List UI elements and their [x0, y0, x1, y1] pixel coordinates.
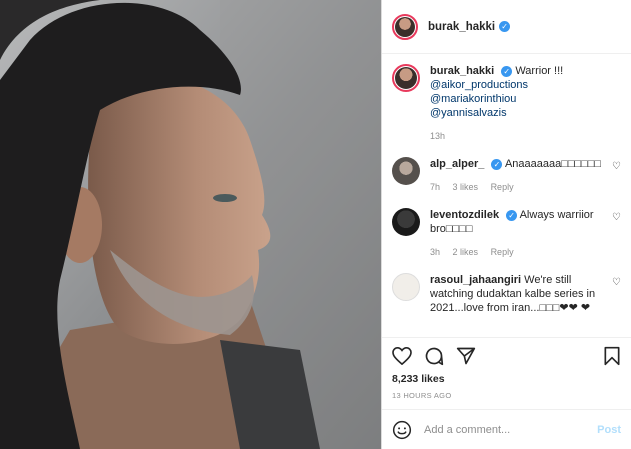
- comment-item: rasoul_jahaangiri We're still watching d…: [392, 273, 621, 315]
- post-timestamp[interactable]: 13 HOURS AGO: [382, 387, 631, 405]
- comment-username[interactable]: rasoul_jahaangiri: [430, 274, 521, 286]
- mention-link[interactable]: @aikor_productions: [430, 78, 610, 92]
- post-comment-button[interactable]: Post: [597, 424, 621, 436]
- comments-list[interactable]: burak_hakki ✓ Warrior !!! @aikor_product…: [382, 54, 631, 337]
- action-bar: [382, 337, 631, 373]
- share-icon[interactable]: [456, 346, 476, 366]
- mention-link[interactable]: @mariakorinthiou: [430, 92, 610, 106]
- comment-likes[interactable]: 2 likes: [453, 247, 479, 257]
- reply-button[interactable]: Reply: [491, 182, 514, 192]
- verified-badge-icon: ✓: [499, 21, 511, 32]
- caption-username[interactable]: burak_hakki: [430, 65, 494, 77]
- avatar[interactable]: [392, 13, 418, 40]
- verified-badge-icon: ✓: [506, 209, 518, 221]
- reply-button[interactable]: Reply: [491, 247, 514, 257]
- verified-badge-icon: ✓: [491, 158, 503, 170]
- add-comment-bar: Post: [382, 409, 631, 449]
- likes-count[interactable]: 8,233 likes: [382, 373, 631, 387]
- heart-icon[interactable]: [392, 346, 412, 365]
- comment-likes[interactable]: 3 likes: [453, 182, 479, 192]
- bookmark-icon[interactable]: [603, 346, 621, 366]
- verified-badge-icon: ✓: [501, 65, 513, 77]
- heart-icon[interactable]: ♡: [612, 161, 621, 172]
- post-sidebar: burak_hakki ✓ burak_hakki ✓ Warrior !!! …: [381, 0, 631, 449]
- comment-time[interactable]: 3h: [430, 247, 440, 257]
- avatar[interactable]: [392, 208, 420, 236]
- comment-time[interactable]: 7h: [430, 182, 440, 192]
- emoji-icon[interactable]: [392, 420, 412, 440]
- avatar[interactable]: [392, 273, 420, 301]
- caption-time[interactable]: 13h: [430, 131, 445, 141]
- comment-input[interactable]: [422, 422, 598, 437]
- caption: burak_hakki ✓ Warrior !!! @aikor_product…: [392, 64, 621, 143]
- comment-text: Anaaaaaaa□□□□□□: [504, 158, 602, 170]
- header-username[interactable]: burak_hakki: [428, 21, 495, 33]
- post-photo[interactable]: [0, 0, 381, 449]
- heart-icon[interactable]: ♡: [612, 277, 621, 288]
- comment-username[interactable]: alp_alper_: [430, 158, 484, 170]
- mention-link[interactable]: @yannisalvazis: [430, 106, 610, 120]
- comment-item: leventozdilek ✓ Always warriior bro□□□□ …: [392, 208, 621, 259]
- portrait-image: [0, 0, 381, 449]
- comment-username[interactable]: leventozdilek: [430, 209, 499, 221]
- caption-text: Warrior !!!: [515, 65, 564, 77]
- heart-icon[interactable]: ♡: [612, 212, 621, 223]
- comment-item: alp_alper_ ✓ Anaaaaaaa□□□□□□ 7h 3 likes …: [392, 157, 621, 194]
- comment-icon[interactable]: [424, 346, 444, 366]
- post-header: burak_hakki ✓: [382, 0, 631, 54]
- avatar[interactable]: [392, 157, 420, 185]
- avatar[interactable]: [392, 64, 420, 92]
